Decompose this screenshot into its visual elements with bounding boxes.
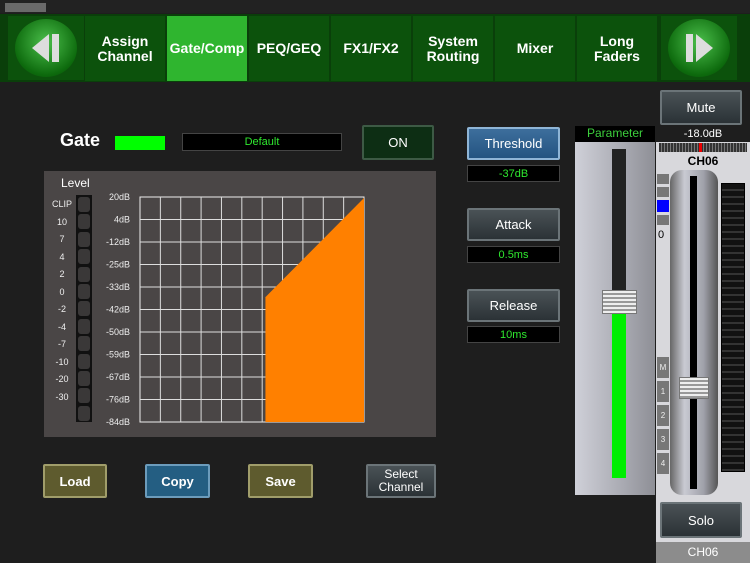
graph-y-label: -33dB xyxy=(106,282,130,292)
save-button[interactable]: Save xyxy=(248,464,313,498)
channel-name: CH06 xyxy=(687,154,719,168)
parameter-level-fill xyxy=(612,313,626,478)
meter-label: -10 xyxy=(55,356,69,367)
gate-title: Gate xyxy=(60,130,101,150)
bus-button-1[interactable]: 1 xyxy=(657,381,669,402)
tab-system-routing[interactable]: System Routing xyxy=(413,16,493,81)
bus-button-M[interactable]: M xyxy=(657,357,669,378)
sel-button-active[interactable] xyxy=(657,200,669,212)
threshold-value: -37dB xyxy=(467,165,560,182)
meter-segment xyxy=(78,405,90,421)
tab-gate-comp[interactable]: Gate/Comp xyxy=(167,16,247,81)
tab-fx[interactable]: FX1/FX2 xyxy=(331,16,411,81)
prev-page-button[interactable] xyxy=(8,16,84,80)
select-channel-button[interactable]: Select Channel xyxy=(366,464,436,498)
parameter-title: Parameter xyxy=(575,126,655,142)
status-strip xyxy=(0,0,750,13)
meter-segment xyxy=(78,301,90,317)
meter-segment xyxy=(78,231,90,247)
top-tab-handle[interactable] xyxy=(5,3,46,12)
meter-label: 7 xyxy=(59,234,65,244)
meter-segment xyxy=(78,371,90,386)
meter-segment xyxy=(78,266,90,282)
tab-peq-geq[interactable]: PEQ/GEQ xyxy=(249,16,329,81)
graph-y-label: -42dB xyxy=(106,305,130,315)
meter-label: CLIP xyxy=(51,199,72,209)
copy-button[interactable]: Copy xyxy=(145,464,210,498)
sel-button-2[interactable] xyxy=(657,187,669,197)
sel-button-1[interactable] xyxy=(657,174,669,184)
attack-button[interactable]: Attack xyxy=(467,208,560,241)
meter-label: 10 xyxy=(56,216,67,227)
mute-button[interactable]: Mute xyxy=(660,90,742,125)
gate-indicator xyxy=(115,136,165,150)
graph-y-label: -76dB xyxy=(106,395,130,405)
graph-y-label: -12dB xyxy=(106,237,130,247)
threshold-button[interactable]: Threshold xyxy=(467,127,560,160)
meter-label: -20 xyxy=(55,374,69,384)
gate-graph: 20dB 4dB -12dB -25dB -33dB -42dB -50dB -59dB -67… xyxy=(106,192,365,427)
meter-segment xyxy=(78,353,90,369)
tab-long-faders[interactable]: Long Faders xyxy=(577,16,657,81)
attack-value: 0.5ms xyxy=(467,246,560,263)
channel-footer: CH06 xyxy=(656,542,750,563)
meter-segment xyxy=(78,284,90,299)
preset-name[interactable]: Default xyxy=(182,133,342,151)
meter-label: -30 xyxy=(55,391,69,402)
meter-label: -7 xyxy=(57,339,66,349)
meter-segment xyxy=(78,197,90,212)
load-button[interactable]: Load xyxy=(43,464,107,498)
channel-fader-handle[interactable] xyxy=(679,377,709,399)
meter-label: 2 xyxy=(59,269,65,279)
meter-label: 0 xyxy=(59,286,65,297)
bus-button-4[interactable]: 4 xyxy=(657,453,669,474)
level-title: Level xyxy=(61,176,90,190)
release-value: 10ms xyxy=(467,326,560,343)
meter-segment xyxy=(78,214,90,230)
tab-assign-channel[interactable]: Assign Channel xyxy=(85,16,165,81)
meter-label: -4 xyxy=(57,321,66,332)
meter-label: 4 xyxy=(59,251,65,262)
zero-label: 0 xyxy=(658,229,665,241)
graph-y-label: -84dB xyxy=(106,417,130,427)
release-button[interactable]: Release xyxy=(467,289,560,322)
graph-y-label: -59dB xyxy=(106,350,130,360)
prev-arrow-icon xyxy=(32,34,59,62)
meter-segment xyxy=(78,336,90,352)
sel-button-3[interactable] xyxy=(657,215,669,225)
meter-segment xyxy=(78,388,90,404)
graph-y-label: 4dB xyxy=(114,215,130,225)
channel-level-meter xyxy=(721,183,745,472)
pan-marker xyxy=(699,143,702,152)
meter-segment xyxy=(78,249,90,265)
next-arrow-icon xyxy=(686,34,713,62)
graph-y-label: 20dB xyxy=(109,192,130,202)
graph-y-label: -67dB xyxy=(106,372,130,382)
next-page-button[interactable] xyxy=(661,16,737,80)
graph-y-label: -25dB xyxy=(106,260,130,270)
tab-mixer[interactable]: Mixer xyxy=(495,16,575,81)
parameter-slider-handle[interactable] xyxy=(602,289,637,314)
pan-meter[interactable] xyxy=(659,143,747,152)
gate-on-button[interactable]: ON xyxy=(362,125,434,160)
solo-button[interactable]: Solo xyxy=(660,502,742,538)
meter-segment xyxy=(78,318,90,334)
graph-y-label: -50dB xyxy=(106,327,130,337)
fader-track[interactable] xyxy=(690,176,697,489)
channel-gain: -18.0dB xyxy=(683,128,723,140)
meter-label: -2 xyxy=(57,304,66,314)
bus-button-3[interactable]: 3 xyxy=(657,429,669,450)
bus-button-2[interactable]: 2 xyxy=(657,405,669,426)
